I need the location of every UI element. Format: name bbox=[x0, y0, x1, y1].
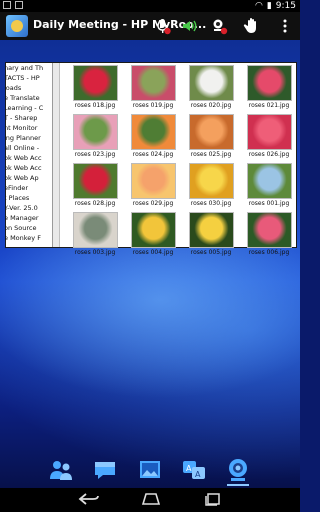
folder-item[interactable]: ing Planner bbox=[6, 133, 52, 143]
rose-photo-thumbnail[interactable] bbox=[72, 212, 118, 248]
thumbnail-caption: roses 018.jpg bbox=[74, 102, 116, 109]
thumbnail-item[interactable]: roses 024.jpg bbox=[124, 114, 182, 158]
thumbnail-item[interactable]: roses 029.jpg bbox=[124, 163, 182, 207]
thumbnail-caption: roses 006.jpg bbox=[248, 249, 290, 256]
folder-tree-pane[interactable]: nary and ThTACTS - HPloadse TranslateLea… bbox=[6, 63, 53, 247]
raise-hand-icon[interactable] bbox=[243, 17, 261, 35]
thumbnail-grid: roses 018.jpg roses 019.jpg roses 020.jpg r… bbox=[66, 65, 296, 256]
thumbnail-item[interactable]: roses 003.jpg bbox=[66, 212, 124, 256]
thumbnail-item[interactable]: roses 005.jpg bbox=[182, 212, 240, 256]
status-bar: ◠ ▮ 9:15 bbox=[0, 0, 300, 12]
rose-photo-thumbnail[interactable] bbox=[130, 65, 176, 101]
thumbnail-caption: roses 023.jpg bbox=[74, 151, 116, 158]
folder-item[interactable]: ok Web Ap bbox=[6, 173, 52, 183]
clock: 9:15 bbox=[275, 1, 296, 11]
folder-item[interactable]: nt Monitor bbox=[6, 123, 52, 133]
thumbnail-caption: roses 026.jpg bbox=[248, 151, 290, 158]
notification-icons bbox=[3, 1, 23, 9]
camera-icon[interactable] bbox=[225, 457, 251, 486]
back-icon[interactable] bbox=[78, 492, 100, 510]
folder-item[interactable]: TACTS - HP bbox=[6, 73, 52, 83]
thumbnail-caption: roses 025.jpg bbox=[190, 151, 232, 158]
recent-apps-icon[interactable] bbox=[204, 492, 222, 510]
thumbnail-item[interactable]: roses 020.jpg bbox=[182, 65, 240, 109]
rose-photo-thumbnail[interactable] bbox=[246, 114, 292, 150]
thumbnail-item[interactable]: roses 021.jpg bbox=[240, 65, 298, 109]
thumbnail-caption: roses 028.jpg bbox=[74, 200, 116, 207]
thumbnail-item[interactable]: roses 001.jpg bbox=[240, 163, 298, 207]
webcam-icon[interactable] bbox=[210, 17, 228, 35]
thumbnail-caption: roses 029.jpg bbox=[132, 200, 174, 207]
overflow-menu-icon[interactable] bbox=[276, 17, 294, 35]
content-icon[interactable] bbox=[137, 457, 163, 483]
svg-text:A: A bbox=[195, 470, 201, 479]
home-icon[interactable] bbox=[141, 492, 161, 510]
wifi-icon: ◠ bbox=[254, 1, 263, 11]
rose-photo-thumbnail[interactable] bbox=[72, 163, 118, 199]
chat-icon[interactable] bbox=[92, 457, 118, 483]
rose-photo-thumbnail[interactable] bbox=[246, 212, 292, 248]
thumbnail-item[interactable]: roses 026.jpg bbox=[240, 114, 298, 158]
meeting-toolbar: A A bbox=[0, 452, 300, 488]
folder-item[interactable]: T - Sharep bbox=[6, 113, 52, 123]
notification-icon bbox=[15, 1, 23, 9]
translate-icon[interactable]: A A bbox=[181, 457, 207, 483]
speaker-icon[interactable] bbox=[180, 17, 198, 35]
thumbnail-caption: roses 001.jpg bbox=[248, 200, 290, 207]
rose-photo-thumbnail[interactable] bbox=[246, 163, 292, 199]
status-right: ◠ ▮ 9:15 bbox=[255, 0, 296, 12]
folder-item[interactable]: e Manager bbox=[6, 213, 52, 223]
folder-item[interactable]: Y-Ver. 25.0 bbox=[6, 203, 52, 213]
folder-item[interactable]: loads bbox=[6, 83, 52, 93]
thumbnail-caption: roses 019.jpg bbox=[132, 102, 174, 109]
thumbnail-item[interactable]: roses 006.jpg bbox=[240, 212, 298, 256]
rose-photo-thumbnail[interactable] bbox=[246, 65, 292, 101]
folder-item[interactable]: nary and Th bbox=[6, 63, 52, 73]
rose-photo-thumbnail[interactable] bbox=[72, 65, 118, 101]
rose-photo-thumbnail[interactable] bbox=[188, 212, 234, 248]
thumbnail-caption: roses 003.jpg bbox=[74, 249, 116, 256]
folder-item[interactable]: ok Web Acc bbox=[6, 163, 52, 173]
rose-photo-thumbnail[interactable] bbox=[130, 114, 176, 150]
microphone-icon[interactable] bbox=[154, 17, 172, 35]
folder-item[interactable]: e Monkey F bbox=[6, 233, 52, 243]
thumbnail-caption: roses 005.jpg bbox=[190, 249, 232, 256]
folder-item[interactable]: eFinder bbox=[6, 183, 52, 193]
rose-photo-thumbnail[interactable] bbox=[130, 212, 176, 248]
rose-photo-thumbnail[interactable] bbox=[188, 163, 234, 199]
thumbnail-caption: roses 004.jpg bbox=[132, 249, 174, 256]
thumbnail-item[interactable]: roses 028.jpg bbox=[66, 163, 124, 207]
thumbnail-caption: roses 030.jpg bbox=[190, 200, 232, 207]
rose-photo-thumbnail[interactable] bbox=[72, 114, 118, 150]
thumbnail-caption: roses 021.jpg bbox=[248, 102, 290, 109]
rose-photo-thumbnail[interactable] bbox=[130, 163, 176, 199]
thumbnail-caption: roses 024.jpg bbox=[132, 151, 174, 158]
folder-item[interactable]: e Translate bbox=[6, 93, 52, 103]
folder-item[interactable]: ok Web Acc bbox=[6, 153, 52, 163]
thumbnail-item[interactable]: roses 018.jpg bbox=[66, 65, 124, 109]
thumbnail-item[interactable]: roses 019.jpg bbox=[124, 65, 182, 109]
thumbnail-item[interactable]: roses 030.jpg bbox=[182, 163, 240, 207]
notification-icon bbox=[3, 1, 11, 9]
app-logo-icon[interactable] bbox=[6, 15, 28, 37]
system-navigation-bar bbox=[0, 488, 300, 512]
people-icon[interactable] bbox=[48, 457, 74, 483]
folder-item[interactable]: Learning - C bbox=[6, 103, 52, 113]
shared-content-window[interactable]: nary and ThTACTS - HPloadse TranslateLea… bbox=[5, 62, 297, 256]
thumbnail-item[interactable]: roses 004.jpg bbox=[124, 212, 182, 256]
rose-photo-thumbnail[interactable] bbox=[188, 114, 234, 150]
rose-photo-thumbnail[interactable] bbox=[188, 65, 234, 101]
folder-item[interactable]: all Online - bbox=[6, 143, 52, 153]
folder-item[interactable]: on Source bbox=[6, 223, 52, 233]
pane-splitter[interactable] bbox=[53, 63, 60, 247]
thumbnail-item[interactable]: roses 023.jpg bbox=[66, 114, 124, 158]
folder-item[interactable]: t Places bbox=[6, 193, 52, 203]
action-bar: Daily Meeting - HP MyRoo... bbox=[0, 12, 300, 40]
battery-icon: ▮ bbox=[266, 1, 272, 11]
svg-text:A: A bbox=[186, 464, 192, 473]
thumbnail-caption: roses 020.jpg bbox=[190, 102, 232, 109]
thumbnail-item[interactable]: roses 025.jpg bbox=[182, 114, 240, 158]
